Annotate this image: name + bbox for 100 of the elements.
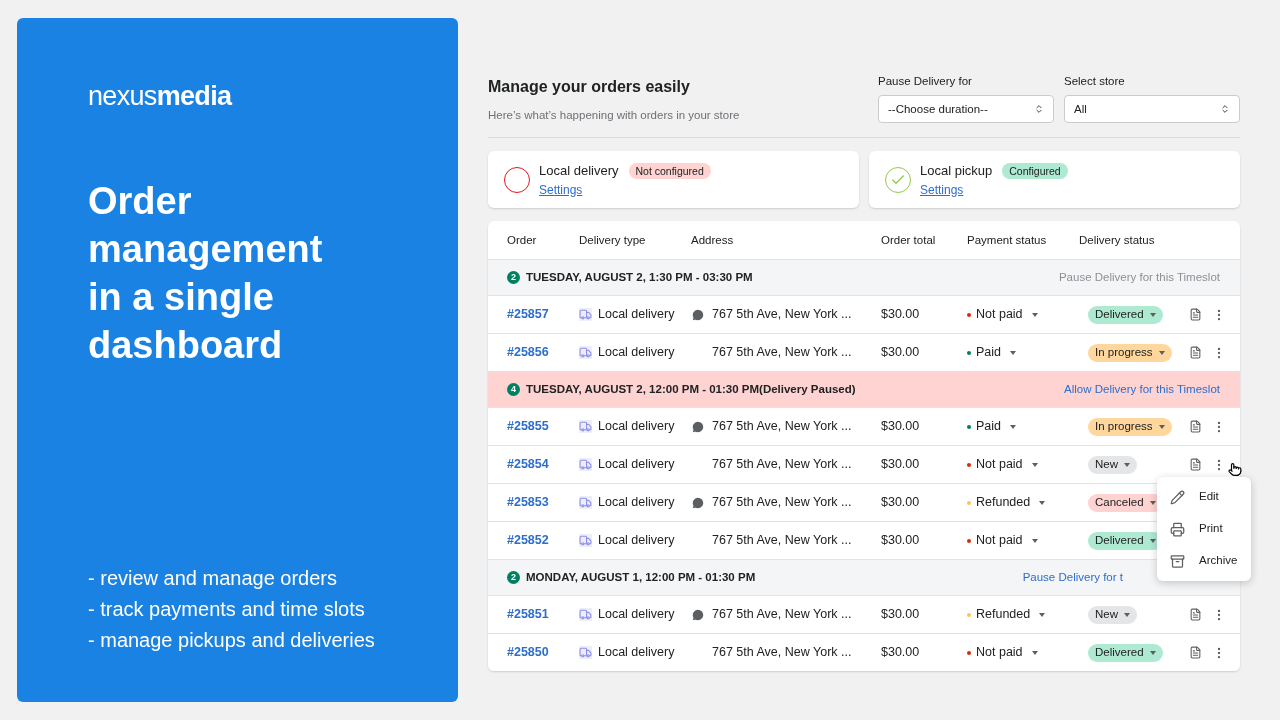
column-header: Delivery type xyxy=(579,232,647,248)
address: 767 5th Ave, New York ... xyxy=(712,344,852,362)
delivery-status-badge[interactable]: In progress xyxy=(1088,343,1172,362)
truck-icon xyxy=(579,420,592,434)
truck-icon xyxy=(579,496,592,510)
payment-status[interactable]: Refunded xyxy=(967,493,1079,513)
filter-label: Select store xyxy=(1064,74,1126,89)
document-icon[interactable] xyxy=(1189,308,1202,322)
headline: in a single xyxy=(88,274,274,320)
delivery-type: Local delivery xyxy=(598,418,675,436)
order-total: $30.00 xyxy=(881,418,921,436)
delivery-type: Local delivery xyxy=(598,344,675,362)
page-subtitle: Here’s what’s happening with orders in your store xyxy=(488,108,741,123)
column-header: Order xyxy=(507,232,538,248)
timeslot-action-link[interactable]: Allow Delivery for this Timeslot xyxy=(1064,381,1220,399)
count-badge: 4 xyxy=(507,383,520,397)
truck-icon xyxy=(579,534,592,548)
page-title: Manage your orders easily xyxy=(488,77,691,97)
feature-text: - review and manage orders xyxy=(88,566,337,590)
payment-status[interactable]: Refunded xyxy=(967,605,1079,625)
timeslot-action-link[interactable]: Pause Delivery for t xyxy=(1022,569,1123,587)
count-badge: 2 xyxy=(507,271,520,285)
order-link[interactable]: #25857 xyxy=(507,305,579,325)
config-badge: Not configured xyxy=(628,162,711,179)
delivery-type: Local delivery xyxy=(598,606,675,624)
pencil-icon xyxy=(1170,489,1185,505)
delivery-type: Local delivery xyxy=(598,456,675,474)
truck-icon xyxy=(579,646,592,660)
delivery-type: Local delivery xyxy=(598,532,675,550)
column-header: Address xyxy=(691,232,735,248)
payment-status[interactable]: Not paid xyxy=(967,455,1079,475)
delivery-type: Local delivery xyxy=(598,306,675,324)
config-badge: Configured xyxy=(1002,162,1068,179)
delivery-status-badge[interactable]: Delivered xyxy=(1088,643,1163,662)
order-total: $30.00 xyxy=(881,344,921,362)
order-link[interactable]: #25850 xyxy=(507,643,579,663)
delivery-status-badge[interactable]: New xyxy=(1088,455,1137,474)
comment-icon[interactable] xyxy=(691,419,705,434)
payment-status[interactable]: Not paid xyxy=(967,643,1079,663)
address: 767 5th Ave, New York ... xyxy=(712,644,852,662)
comment-icon[interactable] xyxy=(691,307,705,322)
order-total: $30.00 xyxy=(881,456,921,474)
comment-icon[interactable] xyxy=(691,607,705,622)
method-name: Local delivery xyxy=(539,162,619,180)
order-total: $30.00 xyxy=(881,494,921,512)
order-link[interactable]: #25853 xyxy=(507,493,579,513)
select-field[interactable]: --Choose duration-- xyxy=(878,95,1054,124)
order-link[interactable]: #25854 xyxy=(507,455,579,475)
logo: nexusmedia xyxy=(88,80,232,113)
payment-status[interactable]: Paid xyxy=(967,417,1079,437)
order-total: $30.00 xyxy=(881,644,921,662)
truck-icon xyxy=(579,346,592,360)
headline: management xyxy=(88,226,323,272)
delivery-type: Local delivery xyxy=(598,494,675,512)
address: 767 5th Ave, New York ... xyxy=(712,494,852,512)
address: 767 5th Ave, New York ... xyxy=(712,606,852,624)
address: 767 5th Ave, New York ... xyxy=(712,306,852,324)
payment-status[interactable]: Not paid xyxy=(967,305,1079,325)
column-header: Payment status xyxy=(967,232,1048,248)
archive-icon xyxy=(1170,553,1185,569)
headline: Order xyxy=(88,178,192,224)
document-icon[interactable] xyxy=(1189,646,1202,660)
timeslot-title: MONDAY, AUGUST 1, 12:00 PM - 01:30 PM xyxy=(526,570,757,586)
order-link[interactable]: #25855 xyxy=(507,417,579,437)
headline: dashboard xyxy=(88,322,283,368)
address: 767 5th Ave, New York ... xyxy=(712,418,852,436)
order-total: $30.00 xyxy=(881,532,921,550)
truck-icon xyxy=(579,308,592,322)
order-link[interactable]: #25851 xyxy=(507,605,579,625)
document-icon[interactable] xyxy=(1189,458,1202,472)
column-header: Order total xyxy=(881,232,937,248)
comment-icon[interactable] xyxy=(691,495,705,510)
filter-label: Pause Delivery for xyxy=(878,74,973,89)
feature-text: - track payments and time slots xyxy=(88,597,365,621)
settings-link[interactable]: Settings xyxy=(920,180,964,199)
settings-link[interactable]: Settings xyxy=(539,180,583,199)
column-header: Delivery status xyxy=(1079,232,1156,248)
method-name: Local pickup xyxy=(920,162,993,180)
document-icon[interactable] xyxy=(1189,608,1202,622)
select-arrows-icon xyxy=(1034,104,1044,115)
payment-status[interactable]: Paid xyxy=(967,343,1079,363)
select-arrows-icon xyxy=(1220,104,1230,115)
document-icon[interactable] xyxy=(1189,346,1202,360)
delivery-status-badge[interactable]: In progress xyxy=(1088,417,1172,436)
address: 767 5th Ave, New York ... xyxy=(712,456,852,474)
delivery-status-badge[interactable]: Delivered xyxy=(1088,305,1163,324)
order-link[interactable]: #25856 xyxy=(507,343,579,363)
order-link[interactable]: #25852 xyxy=(507,531,579,551)
count-badge: 2 xyxy=(507,571,520,585)
select-field[interactable]: All xyxy=(1064,95,1240,124)
order-total: $30.00 xyxy=(881,606,921,624)
delivery-status-badge[interactable]: New xyxy=(1088,605,1137,624)
document-icon[interactable] xyxy=(1189,420,1202,434)
timeslot-title: TUESDAY, AUGUST 2, 12:00 PM - 01:30 PM(Delivery Paused) xyxy=(526,382,857,398)
timeslot-title: TUESDAY, AUGUST 2, 1:30 PM - 03:30 PM xyxy=(526,270,754,286)
order-total: $30.00 xyxy=(881,306,921,324)
payment-status[interactable]: Not paid xyxy=(967,531,1079,551)
delivery-type: Local delivery xyxy=(598,644,675,662)
feature-text: - manage pickups and deliveries xyxy=(88,628,375,652)
address: 767 5th Ave, New York ... xyxy=(712,532,852,550)
